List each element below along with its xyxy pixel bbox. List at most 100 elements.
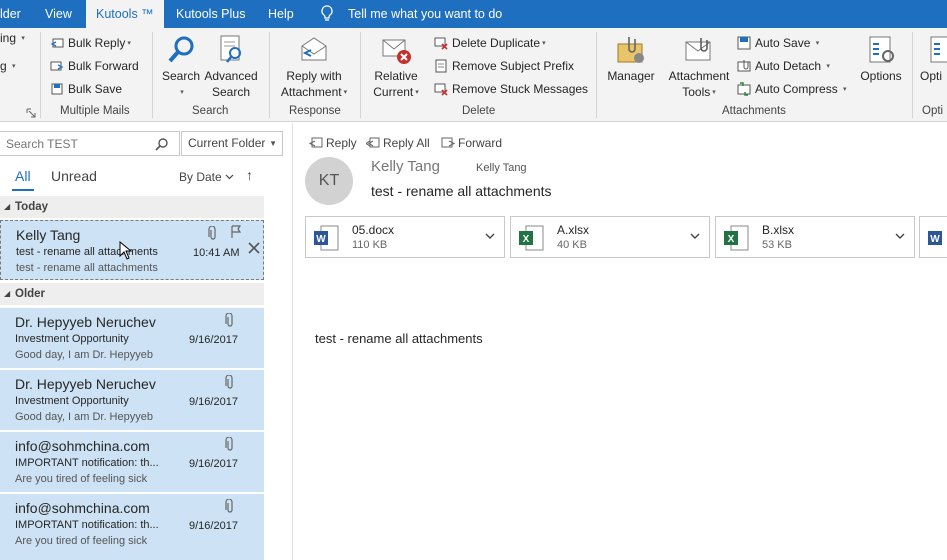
paperclip-icon [208,226,216,240]
forward-icon [441,137,455,148]
paperclip-icon [225,375,233,389]
advanced-search-label-2: Search [211,85,251,99]
chevron-down-icon[interactable] [484,230,496,242]
remove-subject-prefix-label: Remove Subject Prefix [452,59,575,73]
auto-detach-icon [737,60,751,72]
paperclip-icon [225,437,233,451]
mail-date: 9/16/2017 [189,458,238,470]
bulk-forward-button[interactable]: Bulk Forward [50,56,139,76]
mail-sender: Dr. Hepyyeb Neruchev [15,314,156,330]
chevron-down-icon[interactable] [894,230,906,242]
ribbon-cut-item-2[interactable]: g ▾ [0,56,16,76]
attachment-manager-button[interactable]: Manager [604,34,658,84]
reply-button[interactable]: Reply [309,135,357,151]
attachment-tools-label-1: Attachment [668,69,730,83]
tab-help[interactable]: Help [268,0,294,28]
mail-preview: Are you tired of feeling sick [15,473,148,485]
sort-by-dropdown[interactable]: By Date [179,170,234,184]
delete-duplicate-button[interactable]: Delete Duplicate ▾ [434,33,546,53]
lightbulb-icon [321,5,333,21]
mail-subject: Investment Opportunity [15,333,129,345]
auto-detach-button[interactable]: Auto Detach ▾ [737,56,830,76]
delete-icon[interactable] [247,241,261,255]
manager-label: Manager [607,69,655,83]
search-scope-dropdown[interactable]: Current Folder ▼ [181,131,283,156]
mail-subject: test - rename all attachments [16,246,158,258]
mail-preview: Are you tired of feeling sick [15,535,148,547]
manager-icon [617,37,644,63]
svg-text:W: W [316,234,326,245]
message-sender[interactable]: Kelly Tang [371,158,440,175]
forward-label: Forward [458,136,503,150]
mail-sender: Dr. Hepyyeb Neruchev [15,376,156,392]
chevron-down-icon[interactable] [689,230,701,242]
options-button[interactable]: Options [858,34,904,84]
collapse-triangle-icon: ◢ [4,202,11,211]
reply-with-attachment-button[interactable]: Reply with Attachment ▾ [278,34,350,101]
attachment-item-cut[interactable]: W [919,216,947,258]
mail-item[interactable]: info@sohmchina.com IMPORTANT notificatio… [0,432,264,492]
auto-compress-label: Auto Compress [755,82,838,96]
filter-all-tab[interactable]: All [15,168,31,184]
sort-by-label: By Date [179,170,222,184]
remove-subject-prefix-button[interactable]: Remove Subject Prefix [434,56,574,76]
mail-item[interactable]: Kelly Tang test - rename all attachments… [0,220,264,280]
group-label-cut: Opti [922,105,944,117]
attachment-item[interactable]: X A.xlsx 40 KB [510,216,710,258]
remove-stuck-messages-button[interactable]: Remove Stuck Messages [434,79,588,99]
forward-button[interactable]: Forward [441,135,502,151]
bulk-reply-button[interactable]: Bulk Reply ▾ [50,33,131,53]
group-separator [269,32,270,118]
search-input[interactable] [0,132,150,155]
advanced-search-button[interactable]: Advanced Search [203,34,259,100]
dialog-launcher-icon[interactable] [26,108,36,118]
ribbon-cut-item-1[interactable]: ing ▾ [0,28,25,48]
group-separator [152,32,153,118]
filter-unread-tab[interactable]: Unread [51,168,97,184]
mail-item[interactable]: info@sohmchina.com IMPORTANT notificatio… [0,494,264,560]
reply-all-button[interactable]: Reply All [366,135,430,151]
tab-kutools[interactable]: Kutools ™ [86,0,164,29]
search-icon[interactable] [155,137,169,151]
ribbon-cut-options-label: Opti [920,69,943,83]
remove-stuck-icon [434,83,448,96]
mail-sender: info@sohmchina.com [15,438,150,454]
search-button[interactable]: Search ▾ [162,34,200,101]
attachment-item[interactable]: W 05.docx 110 KB [305,216,505,258]
flag-icon[interactable] [230,225,242,239]
tab-kutools-plus[interactable]: Kutools Plus [176,0,245,28]
attachment-item[interactable]: X B.xlsx 53 KB [715,216,915,258]
tell-me-search[interactable]: Tell me what you want to do [348,0,502,28]
auto-compress-button[interactable]: Auto Compress ▾ [737,79,847,99]
sort-direction-button[interactable]: ↑ [246,167,253,183]
svg-text:X: X [523,234,530,245]
auto-save-button[interactable]: Auto Save ▾ [737,33,819,53]
mail-preview: Good day, I am Dr. Hepyyeb [15,411,153,423]
mail-item[interactable]: Dr. Hepyyeb Neruchev Investment Opportun… [0,308,264,368]
attachment-tools-button[interactable]: Attachment Tools ▾ [666,34,732,101]
svg-text:W: W [930,234,940,245]
collapse-triangle-icon: ◢ [4,289,11,298]
group-header-older[interactable]: ◢ Older [0,283,264,305]
relative-current-button[interactable]: Relative Current ▾ [368,34,424,101]
bulk-forward-icon [50,61,64,71]
mail-preview: Good day, I am Dr. Hepyyeb [15,349,153,361]
search-scope-label: Current Folder [188,136,266,150]
tab-folder[interactable]: lder [0,0,21,28]
excel-file-icon: X [724,225,749,251]
group-header-label: Older [15,288,46,300]
group-label-delete: Delete [462,105,496,117]
ribbon-cut-options-button[interactable]: Opti [920,34,947,84]
ribbon-cut-label-2: g [0,59,7,73]
attachment-name: B.xlsx [762,223,795,237]
tab-view[interactable]: View [45,0,72,28]
bulk-save-button[interactable]: Bulk Save [50,79,122,99]
attachment-size: 53 KB [762,239,792,251]
message-recipient[interactable]: Kelly Tang [476,162,527,174]
group-header-today[interactable]: ◢ Today [0,196,264,218]
mail-preview: test - rename all attachments [16,262,158,274]
pane-divider[interactable] [292,123,293,560]
magnifier-icon [168,36,194,63]
mail-item[interactable]: Dr. Hepyyeb Neruchev Investment Opportun… [0,370,264,430]
avatar: KT [305,157,353,205]
